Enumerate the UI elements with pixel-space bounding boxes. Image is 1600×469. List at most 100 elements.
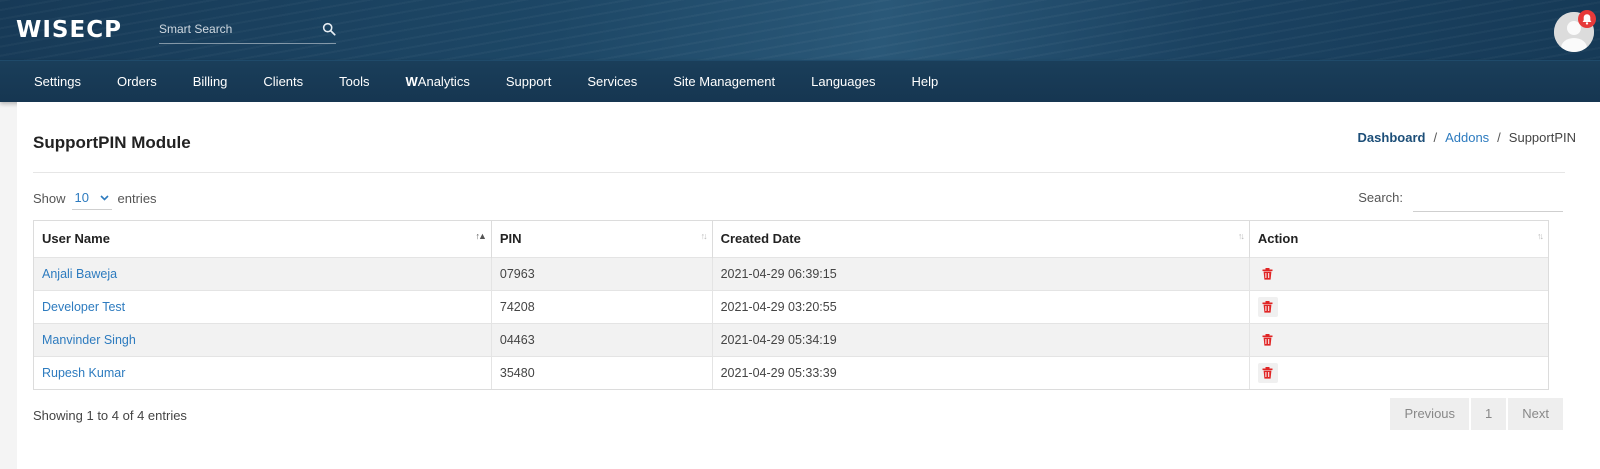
nav-item-orders[interactable]: Orders (99, 61, 175, 103)
smart-search-input[interactable] (159, 18, 309, 40)
sort-icon: ↑↓ (1237, 231, 1245, 241)
bell-icon (1582, 14, 1592, 25)
breadcrumb-current: SupportPIN (1508, 130, 1576, 145)
nav-item-clients[interactable]: Clients (245, 61, 321, 103)
search-icon[interactable] (322, 22, 336, 36)
user-name-link[interactable]: Anjali Baweja (42, 267, 117, 281)
breadcrumb-dashboard[interactable]: Dashboard (1358, 130, 1426, 145)
column-label: User Name (42, 231, 110, 247)
user-name-link[interactable]: Manvinder Singh (42, 333, 136, 347)
cell-pin: 07963 (491, 256, 713, 290)
column-header-action[interactable]: Action ↑↓ (1249, 221, 1548, 257)
nav-item-site-management[interactable]: Site Management (655, 61, 793, 103)
sort-ascending-icon: ↑▲ (475, 231, 487, 241)
breadcrumb-addons[interactable]: Addons (1445, 130, 1489, 145)
top-header: WISECP (0, 0, 1600, 60)
column-header-pin[interactable]: PIN ↑↓ (491, 221, 713, 257)
content-panel: SupportPIN Module Dashboard / Addons / S… (17, 102, 1600, 469)
chevron-down-icon (99, 194, 109, 201)
cell-user-name: Developer Test (34, 289, 492, 323)
delete-button[interactable] (1257, 296, 1278, 317)
nav-item-help[interactable]: Help (893, 61, 956, 103)
breadcrumb-separator: / (1433, 130, 1438, 145)
table-row: Rupesh Kumar 35480 2021-04-29 05:33:39 (34, 355, 1548, 389)
trash-icon (1262, 366, 1273, 379)
table-row: Developer Test 74208 2021-04-29 03:20:55 (34, 289, 1548, 323)
nav-item-label: Analytics (417, 74, 470, 89)
cell-pin: 35480 (491, 355, 713, 389)
pagination: Previous 1 Next (1390, 398, 1563, 430)
show-label: Show (33, 190, 66, 206)
pagination-previous-button[interactable]: Previous (1390, 398, 1470, 430)
cell-created-date: 2021-04-29 06:39:15 (712, 256, 1250, 290)
delete-button[interactable] (1258, 264, 1278, 284)
nav-item-support[interactable]: Support (488, 61, 570, 103)
column-header-user-name[interactable]: User Name ↑▲ (34, 221, 492, 257)
page-title: SupportPIN Module (33, 133, 191, 152)
breadcrumb-separator: / (1497, 130, 1501, 145)
table-info: Showing 1 to 4 of 4 entries (33, 408, 187, 423)
cell-created-date: 2021-04-29 05:34:19 (712, 322, 1250, 356)
trash-icon (1262, 267, 1273, 280)
table-row: Manvinder Singh 04463 2021-04-29 05:34:1… (34, 322, 1548, 356)
nav-item-label: Services (587, 74, 638, 89)
nav-list: Settings Orders Billing Clients Tools WA… (16, 61, 956, 103)
user-name-link[interactable]: Developer Test (42, 300, 125, 314)
cell-user-name: Anjali Baweja (34, 256, 492, 290)
nav-item-label: Languages (811, 74, 876, 89)
table-search-label: Search: (1358, 189, 1403, 205)
pagination-page-button[interactable]: 1 (1471, 398, 1507, 430)
nav-item-label: Orders (116, 74, 157, 89)
nav-item-label: Tools (339, 74, 370, 89)
notification-badge[interactable] (1578, 10, 1596, 28)
sort-icon: ↑↓ (700, 231, 708, 241)
entries-length-control: Show 10 entries (33, 186, 157, 210)
nav-item-label: Billing (192, 74, 228, 89)
supportpin-table: User Name ↑▲ PIN ↑↓ Created Date ↑↓ Action ↑… (33, 220, 1549, 390)
cell-action (1249, 322, 1548, 356)
column-header-created-date[interactable]: Created Date ↑↓ (712, 221, 1250, 257)
pagination-next-button[interactable]: Next (1508, 398, 1563, 430)
nav-item-tools[interactable]: Tools (321, 61, 387, 103)
trash-icon (1262, 333, 1273, 346)
table-search-input[interactable] (1413, 182, 1563, 212)
nav-item-label: Support (505, 74, 552, 89)
column-label: PIN (499, 231, 522, 247)
table-search-control: Search: (1358, 182, 1563, 212)
entries-label: entries (117, 190, 157, 206)
delete-button[interactable] (1258, 330, 1278, 350)
nav-item-prefix: W (405, 74, 418, 89)
data-table: User Name ↑▲ PIN ↑↓ Created Date ↑↓ Action ↑… (34, 221, 1548, 389)
column-label: Created Date (720, 231, 801, 247)
nav-item-billing[interactable]: Billing (175, 61, 246, 103)
nav-item-label: Settings (34, 74, 81, 89)
title-divider (33, 172, 1565, 173)
nav-item-services[interactable]: Services (569, 61, 655, 103)
nav-item-languages[interactable]: Languages (793, 61, 893, 103)
nav-item-label: Help (911, 74, 939, 89)
wisecp-logo[interactable]: WISECP (16, 17, 122, 43)
cell-action (1249, 256, 1548, 290)
cell-created-date: 2021-04-29 03:20:55 (712, 289, 1250, 323)
delete-button[interactable] (1257, 362, 1278, 383)
table-header-row: User Name ↑▲ PIN ↑↓ Created Date ↑↓ Action ↑… (34, 221, 1548, 257)
nav-item-settings[interactable]: Settings (16, 61, 99, 103)
nav-item-wanalytics[interactable]: WAnalytics (388, 61, 488, 103)
smart-search (159, 18, 336, 44)
nav-item-label: Site Management (673, 74, 776, 89)
sort-icon: ↑↓ (1537, 231, 1544, 241)
main-navigation: Settings Orders Billing Clients Tools WA… (0, 60, 1600, 102)
breadcrumb: Dashboard / Addons / SupportPIN (1358, 130, 1576, 145)
cell-action (1249, 289, 1548, 323)
table-row: Anjali Baweja 07963 2021-04-29 06:39:15 (34, 256, 1548, 290)
cell-pin: 04463 (491, 322, 713, 356)
cell-user-name: Manvinder Singh (34, 322, 492, 356)
cell-pin: 74208 (491, 289, 713, 323)
nav-item-label: Clients (263, 74, 304, 89)
cell-user-name: Rupesh Kumar (34, 355, 492, 389)
entries-length-value: 10 (74, 190, 89, 205)
user-name-link[interactable]: Rupesh Kumar (42, 366, 125, 380)
column-label: Action (1257, 231, 1299, 247)
cell-action (1249, 355, 1548, 389)
entries-length-select[interactable]: 10 (71, 186, 112, 210)
